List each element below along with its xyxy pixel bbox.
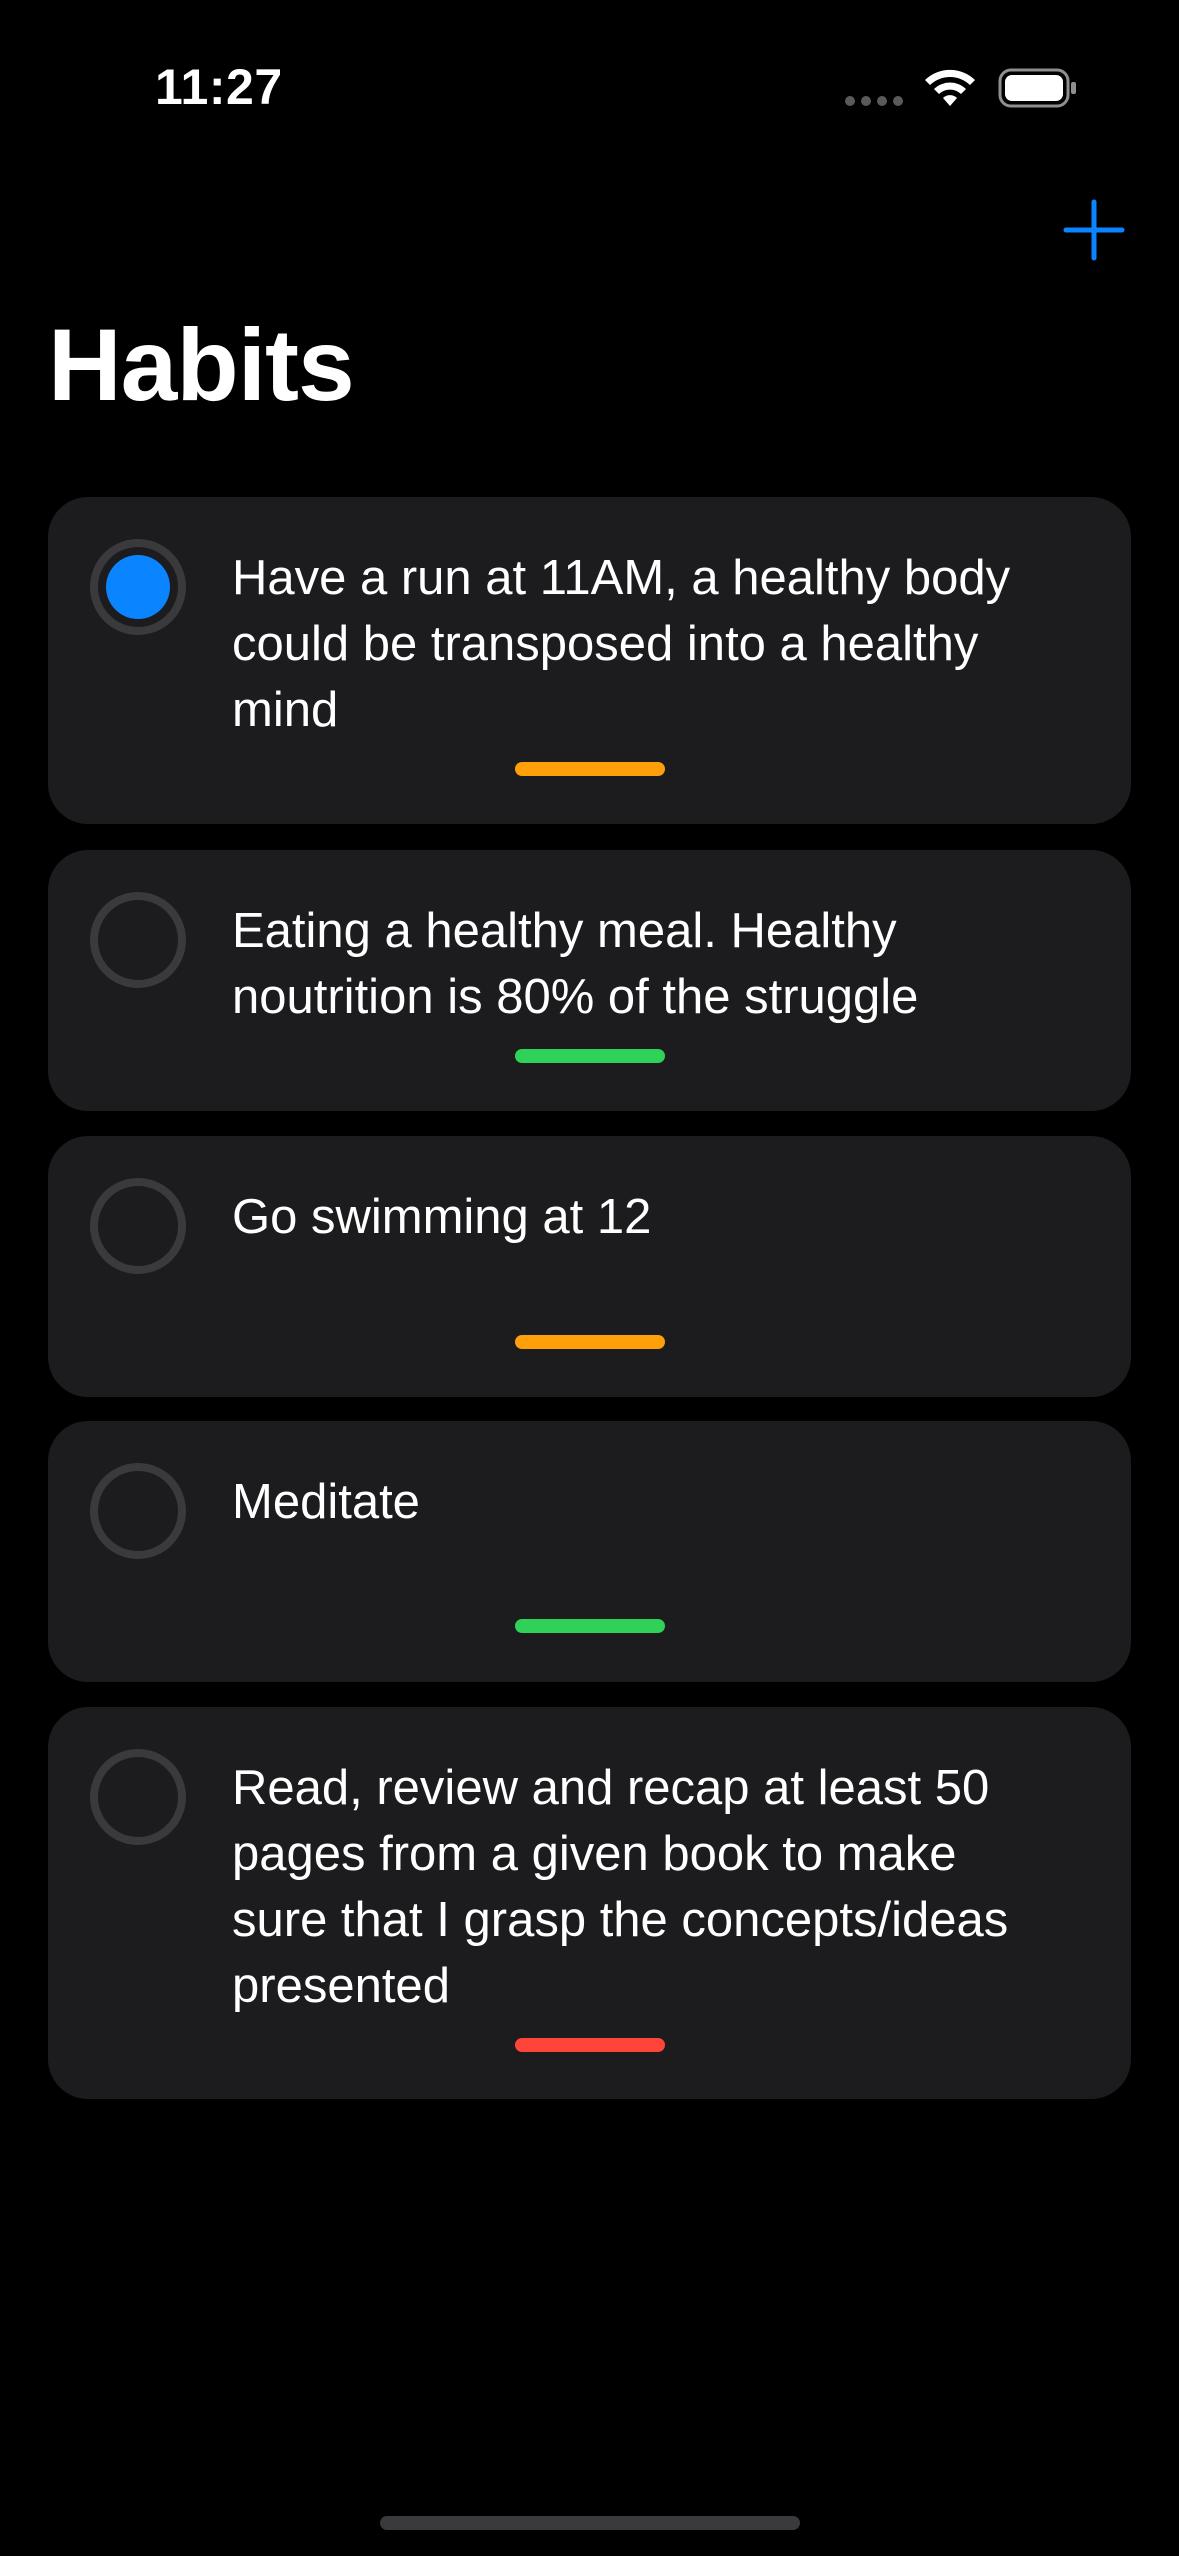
habit-priority-indicator <box>515 1335 665 1349</box>
status-time: 11:27 <box>155 59 283 115</box>
battery-icon <box>998 68 1076 108</box>
plus-icon <box>1063 199 1125 261</box>
habit-card[interactable]: Have a run at 11AM, a healthy body could… <box>48 497 1131 824</box>
habit-card[interactable]: Meditate <box>48 1421 1131 1682</box>
habit-text: Read, review and recap at least 50 pages… <box>232 1761 1009 2013</box>
habit-checkbox[interactable] <box>88 1747 188 1847</box>
habit-text: Go swimming at 12 <box>232 1190 652 1244</box>
habit-checkbox[interactable] <box>88 537 188 637</box>
habit-text: Have a run at 11AM, a healthy body could… <box>232 551 1011 737</box>
habit-card[interactable]: Go swimming at 12 <box>48 1136 1131 1397</box>
habit-text: Eating a healthy meal. Healthy noutritio… <box>232 904 919 1024</box>
wifi-icon <box>925 69 975 106</box>
habit-checkbox[interactable] <box>88 1461 188 1561</box>
habit-priority-indicator <box>515 1049 665 1063</box>
cellular-signal-icon <box>845 96 905 106</box>
habit-checkbox[interactable] <box>88 1176 188 1276</box>
home-indicator[interactable] <box>380 2516 800 2530</box>
habit-checkbox[interactable] <box>88 890 188 990</box>
habit-priority-indicator <box>515 762 665 776</box>
habit-priority-indicator <box>515 1619 665 1633</box>
status-icons <box>845 66 1085 110</box>
page-title: Habits <box>48 308 355 422</box>
habit-priority-indicator <box>515 2038 665 2052</box>
habit-card[interactable]: Read, review and recap at least 50 pages… <box>48 1707 1131 2099</box>
add-habit-button[interactable] <box>1062 198 1126 262</box>
habit-card[interactable]: Eating a healthy meal. Healthy noutritio… <box>48 850 1131 1111</box>
habit-text: Meditate <box>232 1475 420 1529</box>
